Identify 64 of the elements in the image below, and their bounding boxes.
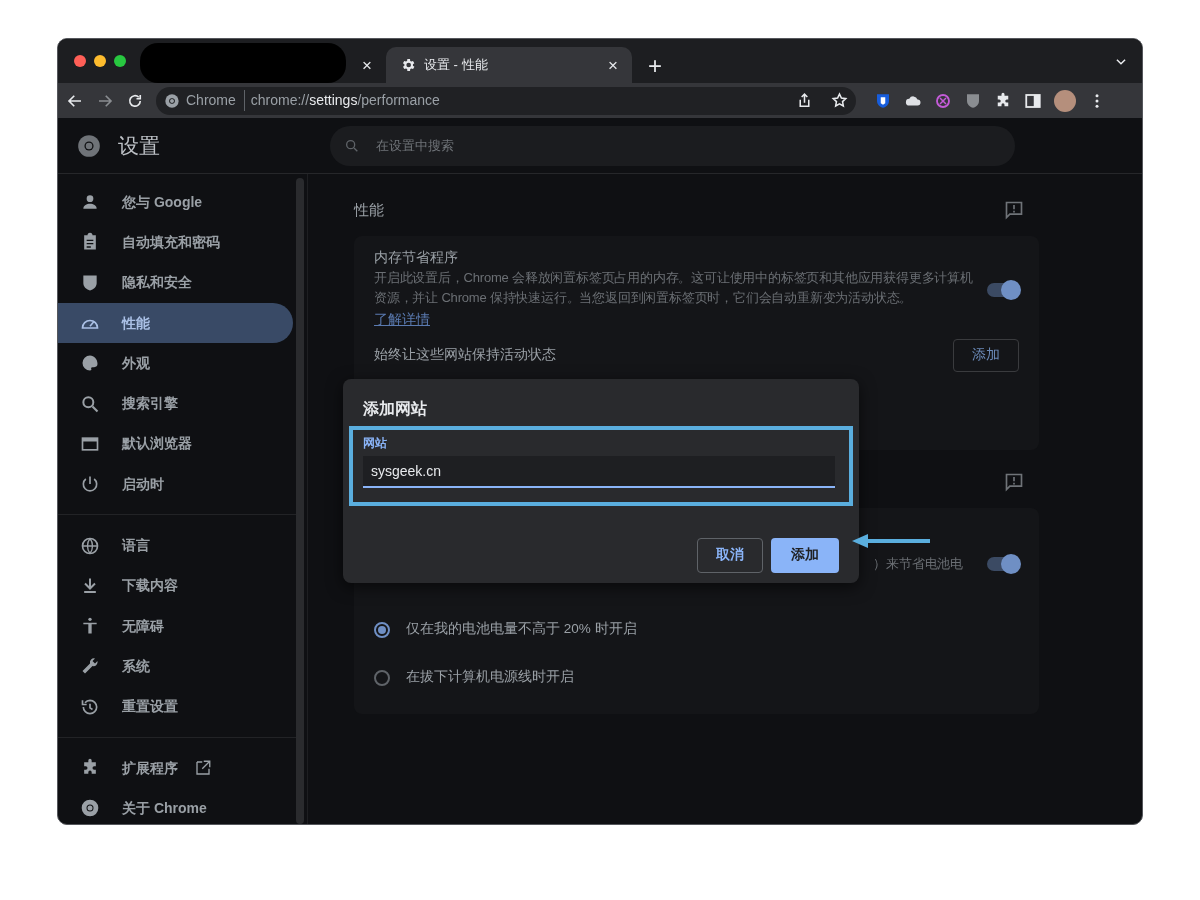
sidebar-item[interactable]: 启动时	[58, 464, 293, 505]
shield-key-icon[interactable]	[874, 91, 892, 110]
cancel-button[interactable]: 取消	[697, 538, 763, 573]
tab-close-button[interactable]: ×	[358, 56, 376, 74]
browser-tab[interactable]: ×	[140, 47, 386, 83]
sidebar-item[interactable]: 系统	[58, 646, 293, 687]
toggle-switch[interactable]	[987, 556, 1019, 571]
setting-title: 内存节省程序	[374, 249, 459, 267]
address-bar[interactable]: Chrome chrome://settings/performance	[156, 86, 856, 115]
setting-label: 始终让这些网站保持活动状态	[374, 346, 556, 365]
sidebar-item[interactable]: 外观	[58, 343, 293, 384]
tab-close-button[interactable]: ×	[604, 56, 622, 74]
sidebar-item[interactable]: 隐私和安全	[58, 262, 293, 303]
sidebar-item[interactable]: 无障碍	[58, 605, 293, 647]
radio-button[interactable]	[374, 621, 390, 638]
sidebar-item[interactable]: 关于 Chrome	[58, 788, 293, 824]
sidebar-item[interactable]: 语言	[58, 525, 293, 566]
url-text: chrome://settings/performance	[250, 91, 441, 110]
star-icon[interactable]	[831, 92, 848, 109]
accessibility-icon	[80, 616, 100, 637]
add-button[interactable]: 添加	[953, 339, 1019, 372]
feedback-icon[interactable]	[1004, 471, 1024, 492]
setting-description: 开启此设置后，Chrome 会释放闲置标签页占用的内存。这可让使用中的标签页和其他应用获得更多计算机资源，并让 Chrome 保持快速运行。当您返回到闲置标签页时，它们会自动重新变为活动状态。	[374, 269, 974, 307]
field-label: 网站	[363, 435, 388, 453]
minimize-window-button[interactable]	[94, 55, 106, 67]
add-button[interactable]: 添加	[771, 538, 839, 573]
sidebar-item[interactable]: 默认浏览器	[58, 423, 293, 465]
shield-icon[interactable]	[964, 91, 982, 110]
sidebar-item[interactable]: 下载内容	[58, 565, 293, 606]
feedback-icon[interactable]	[1004, 200, 1024, 220]
sidebar-item[interactable]: 扩展程序	[58, 747, 293, 789]
settings-title: 设置	[118, 132, 161, 159]
search-icon	[344, 137, 360, 154]
sidebar-item[interactable]: 性能	[58, 302, 293, 344]
tab-title: 设置 - 性能	[424, 56, 489, 75]
learn-more-link[interactable]: 了解详情	[374, 312, 430, 328]
side-panel-icon[interactable]	[1024, 91, 1042, 110]
site-label: Chrome	[186, 90, 245, 111]
dialog-title: 添加网站	[363, 399, 428, 419]
radio-label: 仅在我的电池电量不高于 20% 时开启	[406, 620, 637, 639]
power-icon	[80, 474, 100, 495]
sidebar-item[interactable]: 搜索引擎	[58, 383, 293, 424]
avatar[interactable]	[1054, 89, 1076, 112]
chrome-logo-icon	[164, 92, 180, 109]
sidebar-item[interactable]: 重置设置	[58, 686, 293, 727]
search-icon	[80, 393, 100, 414]
share-icon[interactable]	[796, 92, 813, 109]
chrome-logo-icon	[76, 132, 102, 159]
radio-label: 在拔下计算机电源线时开启	[406, 668, 574, 687]
toggle-switch[interactable]	[987, 282, 1019, 297]
gear-icon	[400, 57, 416, 73]
section-title: 性能	[354, 199, 384, 220]
close-window-button[interactable]	[74, 55, 86, 67]
sidebar-item[interactable]: 自动填充和密码	[58, 222, 293, 263]
zoom-window-button[interactable]	[114, 55, 126, 67]
new-tab-button[interactable]: +	[642, 53, 668, 79]
chrome-logo-icon	[80, 798, 100, 819]
browser-tab[interactable]: 设置 - 性能 ×	[386, 47, 632, 83]
setting-description: ）来节省电池电	[873, 554, 963, 573]
website-input[interactable]: sysgeek.cn	[363, 456, 835, 489]
scrollbar[interactable]	[296, 178, 304, 824]
sidebar-item[interactable]: 您与 Google	[58, 182, 293, 223]
globe-icon	[80, 535, 100, 556]
radio-button[interactable]	[374, 669, 390, 686]
